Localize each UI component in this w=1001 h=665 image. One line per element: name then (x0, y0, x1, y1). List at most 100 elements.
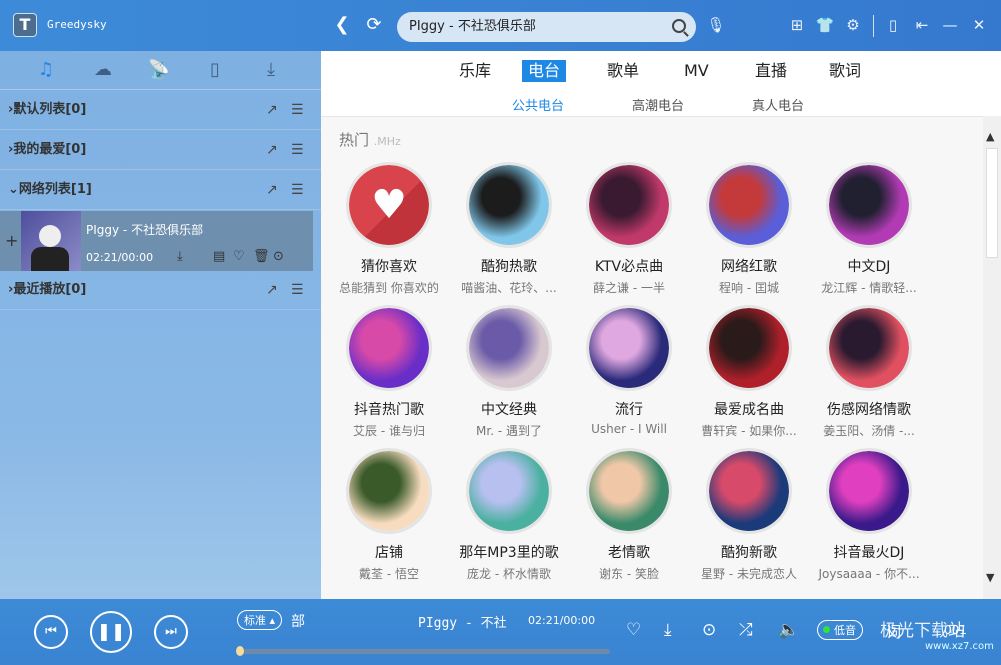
station-cover[interactable]: ♥ (346, 162, 432, 248)
refresh-icon[interactable]: ⟳ (363, 14, 385, 35)
previous-icon[interactable]: ⏮ (34, 615, 68, 649)
station-cover[interactable] (346, 448, 432, 534)
download-icon[interactable]: ⤓ (664, 620, 672, 640)
station-cover[interactable] (586, 162, 672, 248)
tab-radio[interactable]: 电台 (522, 60, 567, 82)
station-cover[interactable] (706, 448, 792, 534)
radio-icon[interactable]: 📡 (144, 59, 174, 80)
gear-icon[interactable]: ⚙ (843, 15, 863, 35)
radio-station[interactable]: 酷狗热歌 喵酱油、花玲、... (450, 162, 568, 296)
station-cover[interactable] (826, 162, 912, 248)
subtab-human[interactable]: 真人电台 (752, 95, 804, 114)
station-cover[interactable] (586, 305, 672, 391)
export-icon[interactable]: ↗ (266, 90, 278, 130)
radio-station[interactable]: 伤感网络情歌 姜玉阳、汤倩 -... (810, 305, 928, 439)
menu-icon[interactable]: ☰ (291, 90, 304, 130)
subtab-climax[interactable]: 高潮电台 (632, 95, 684, 114)
next-icon[interactable]: ⏭ (154, 615, 188, 649)
search-icon[interactable] (672, 19, 686, 33)
menu-icon[interactable]: ☰ (291, 270, 304, 310)
scrollbar[interactable]: ▲ ▼ (983, 116, 1001, 599)
pause-icon[interactable]: ❚❚ (90, 611, 132, 653)
radio-station[interactable]: ♥ 猜你喜欢 总能猜到 你喜欢的 (330, 162, 448, 296)
volume-icon[interactable]: 🔈 (778, 620, 799, 640)
radio-station[interactable]: 网络红歌 程响 - 囯城 (690, 162, 808, 296)
quality-select[interactable]: 标准 ▴ (237, 610, 283, 630)
menu-icon[interactable]: ☰ (291, 130, 304, 170)
station-cover[interactable] (706, 305, 792, 391)
group-label: 默认列表[0] (13, 102, 87, 117)
search-box[interactable] (397, 12, 696, 42)
dock-icon[interactable]: ⇤ (912, 15, 932, 35)
mini-mode-icon[interactable]: ▯ (883, 15, 903, 35)
subtab-public[interactable]: 公共电台 (512, 95, 565, 118)
group-network[interactable]: ⌄网络列表[1] ↗ ☰ (0, 170, 321, 210)
station-title: 中文经典 (481, 402, 537, 418)
progress-handle[interactable] (236, 646, 244, 656)
voice-search-icon[interactable]: 🎙 (706, 15, 726, 35)
radio-station[interactable]: 中文DJ 龙江辉 - 情歌轻... (810, 162, 928, 296)
station-cover[interactable] (466, 305, 552, 391)
skin-icon[interactable]: 👕 (815, 15, 835, 35)
download-icon[interactable]: ⤓ (177, 249, 183, 264)
more-icon[interactable]: ⊙ (273, 249, 284, 264)
group-recent[interactable]: ›最近播放[0] ↗ ☰ (0, 270, 321, 310)
radio-station[interactable]: 店铺 戴荃 - 悟空 (330, 448, 448, 582)
delete-icon[interactable]: 🗑 (253, 249, 270, 264)
tab-library[interactable]: 乐库 (453, 60, 497, 82)
scroll-thumb[interactable] (986, 148, 998, 258)
station-cover[interactable] (466, 162, 552, 248)
search-input[interactable] (409, 12, 659, 42)
export-icon[interactable]: ↗ (266, 270, 278, 310)
station-cover[interactable] (826, 448, 912, 534)
station-cover[interactable] (826, 305, 912, 391)
minimize-icon[interactable]: — (940, 15, 960, 35)
list-item[interactable]: + PIggy - 不社恐俱乐部 02:21/00:00 ⤓ ▤ ♡ 🗑 ⊙ (0, 211, 313, 271)
playlist-count[interactable]: 001 (944, 623, 967, 637)
radio-station[interactable]: 流行 Usher - I Will (570, 305, 688, 436)
group-default[interactable]: ›默认列表[0] ↗ ☰ (0, 90, 321, 130)
sound-effect-toggle[interactable]: 低音 (817, 620, 863, 640)
mv-icon[interactable]: ▤ (213, 249, 225, 264)
add-icon[interactable]: + (5, 231, 18, 250)
cloud-icon[interactable]: ☁ (88, 59, 118, 80)
station-cover[interactable] (466, 448, 552, 534)
export-icon[interactable]: ↗ (266, 130, 278, 170)
back-icon[interactable]: ❮ (331, 14, 353, 35)
heart-icon[interactable]: ♡ (233, 249, 245, 264)
scroll-up-icon[interactable]: ▲ (986, 130, 994, 143)
tab-playlists[interactable]: 歌单 (601, 60, 645, 82)
download-icon[interactable]: ⤓ (256, 59, 286, 80)
radio-station[interactable]: 最爱成名曲 曹轩宾 - 如果你... (690, 305, 808, 439)
export-icon[interactable]: ↗ (266, 170, 278, 210)
station-cover[interactable] (346, 305, 432, 391)
radio-station[interactable]: 抖音热门歌 艾辰 - 谁与归 (330, 305, 448, 439)
grid-icon[interactable]: ⊞ (787, 15, 807, 35)
tab-mv[interactable]: MV (678, 60, 715, 82)
station-cover[interactable] (586, 448, 672, 534)
shuffle-icon[interactable]: ⤮ (739, 620, 753, 640)
lyric-button[interactable]: 词 (886, 621, 901, 642)
progress-bar[interactable] (236, 646, 610, 656)
close-icon[interactable]: ✕ (969, 15, 989, 35)
radio-station[interactable]: 那年MP3里的歌 庞龙 - 杯水情歌 (450, 448, 568, 582)
heart-icon[interactable]: ♡ (626, 620, 641, 640)
sidebar-tabs: ♫ ☁ 📡 ▯ ⤓ (0, 51, 321, 90)
chevron-down-icon: ⌄ (8, 182, 19, 197)
group-favorites[interactable]: ›我的最爱[0] ↗ ☰ (0, 130, 321, 170)
tab-live[interactable]: 直播 (749, 60, 793, 82)
radio-station[interactable]: 酷狗新歌 星野 - 未完成恋人 (690, 448, 808, 582)
radio-station[interactable]: 中文经典 Mr. - 遇到了 (450, 305, 568, 439)
tab-lyrics[interactable]: 歌词 (823, 60, 867, 82)
menu-icon[interactable]: ☰ (291, 170, 304, 210)
station-title: 猜你喜欢 (361, 259, 417, 275)
station-title: 抖音最火DJ (833, 545, 905, 561)
music-icon[interactable]: ♫ (31, 59, 61, 80)
radio-station[interactable]: KTV必点曲 薛之谦 - 一半 (570, 162, 688, 296)
device-icon[interactable]: ▯ (200, 59, 230, 80)
station-cover[interactable] (706, 162, 792, 248)
scroll-down-icon[interactable]: ▼ (986, 571, 994, 584)
more-icon[interactable]: ⊙ (702, 620, 716, 640)
radio-station[interactable]: 老情歌 谢东 - 笑脸 (570, 448, 688, 582)
radio-station[interactable]: 抖音最火DJ Joysaaaa - 你不... (810, 448, 928, 582)
